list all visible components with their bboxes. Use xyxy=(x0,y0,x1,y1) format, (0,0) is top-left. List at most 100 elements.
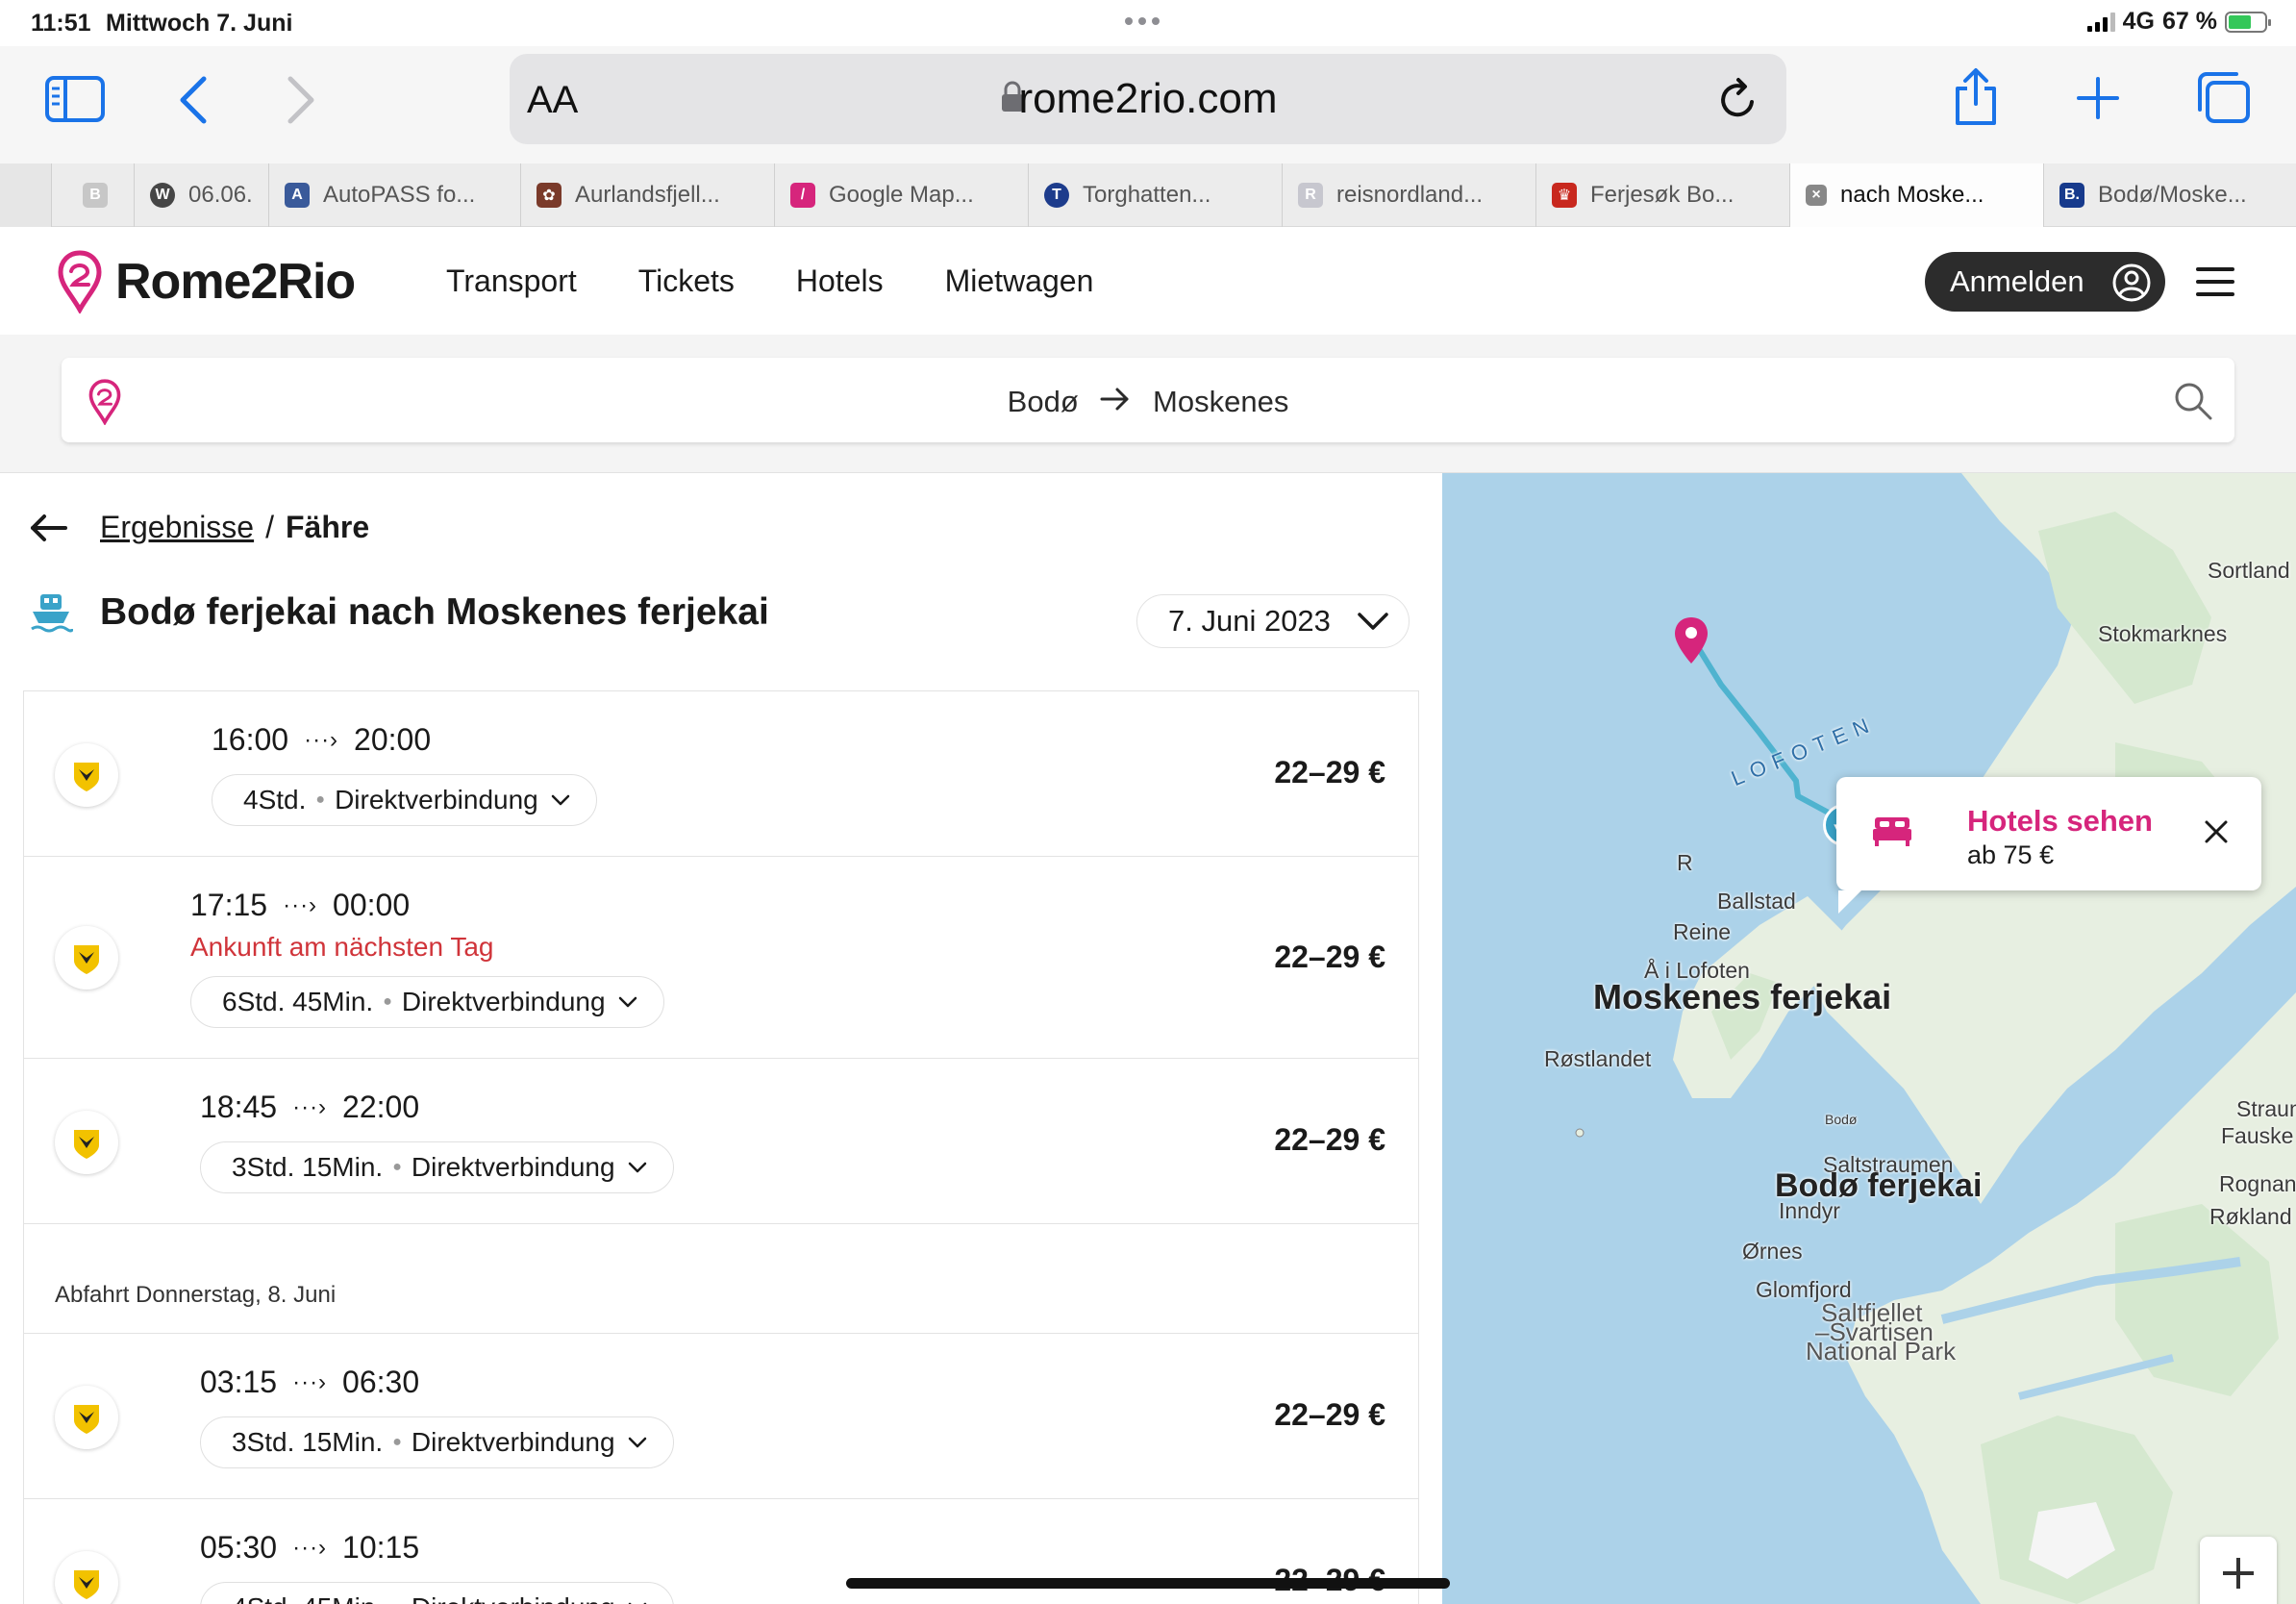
operator-logo-icon xyxy=(55,926,118,990)
tab-1[interactable]: W 06.06. xyxy=(135,163,269,227)
close-icon[interactable] xyxy=(2204,819,2229,844)
trip-details-toggle[interactable]: 4Std. 45Min. ● Direktverbindung xyxy=(200,1582,674,1604)
user-icon xyxy=(2112,263,2151,302)
route-title-row: Bodø ferjekai nach Moskenes ferjekai xyxy=(29,590,769,635)
hotels-card-price: ab 75 € xyxy=(1967,840,2055,869)
tab-7[interactable]: ♛ Ferjesøk Bo... xyxy=(1536,163,1790,227)
trip-price: 22–29 € xyxy=(1274,940,1385,974)
tab-9[interactable]: B. Bodø/Moske... xyxy=(2044,163,2296,227)
trip-details-toggle[interactable]: 6Std. 45Min. ● Direktverbindung xyxy=(190,976,664,1028)
forward-icon[interactable] xyxy=(285,75,319,130)
trip-details-toggle[interactable]: 3Std. 15Min. ● Direktverbindung xyxy=(200,1141,674,1193)
network-label: 4G xyxy=(2122,8,2156,35)
bed-icon xyxy=(1873,817,1911,846)
route-map[interactable]: Sortland Stokmarknes LOFOTEN R Ballstad … xyxy=(1442,473,2296,1604)
nav-tickets[interactable]: Tickets xyxy=(638,263,735,299)
chevron-down-icon xyxy=(628,1437,646,1448)
date-picker[interactable]: 7. Juni 2023 xyxy=(1136,594,1410,648)
status-bar: 11:51 Mittwoch 7. Juni 4G 67 % xyxy=(0,0,2296,46)
signal-icon xyxy=(2086,12,2115,32)
tab-favicon: T xyxy=(1044,183,1069,208)
nav-transport[interactable]: Transport xyxy=(446,263,577,299)
nav-hotels[interactable]: Hotels xyxy=(796,263,884,299)
back-icon[interactable] xyxy=(175,75,210,130)
trip-duration: 6Std. 45Min. xyxy=(222,987,374,1016)
trip-duration: 3Std. 15Min. xyxy=(232,1152,384,1182)
tab-5[interactable]: T Torghatten... xyxy=(1029,163,1283,227)
departure-row[interactable]: 16:00 ···› 20:00 4Std. ● Direktverbindun… xyxy=(24,691,1418,857)
map-label: National Park xyxy=(1806,1337,1957,1366)
departure-row[interactable]: 03:15 ···› 06:30 3Std. 15Min. ● Direktve… xyxy=(24,1334,1418,1499)
tab-label: Aurlandsfjell... xyxy=(575,182,720,208)
departure-times: 16:00 ···› 20:00 xyxy=(212,722,431,758)
sidebar-icon[interactable] xyxy=(44,75,106,128)
tab-4[interactable]: / Google Map... xyxy=(775,163,1029,227)
trip-type: Direktverbindung xyxy=(411,1152,615,1182)
wordpress-icon: W xyxy=(150,183,175,208)
search-from: Bodø xyxy=(1007,385,1079,418)
departure-time: 16:00 xyxy=(212,722,289,757)
arrow-left-icon[interactable] xyxy=(29,513,67,543)
trip-duration: 4Std. xyxy=(243,785,307,815)
breadcrumb-separator: / xyxy=(265,510,274,544)
route-search-box[interactable]: Bodø Moskenes xyxy=(62,358,2234,442)
trip-type: Direktverbindung xyxy=(401,987,606,1016)
trip-type: Direktverbindung xyxy=(411,1427,615,1457)
tab-8-active[interactable]: × nach Moske... xyxy=(1790,163,2044,227)
tab-3[interactable]: ✿ Aurlandsfjell... xyxy=(521,163,775,227)
map-label: Fauske xyxy=(2221,1123,2294,1148)
multitasking-dots[interactable] xyxy=(1125,17,1160,25)
trip-details-toggle[interactable]: 4Std. ● Direktverbindung xyxy=(212,774,597,826)
chevron-down-icon xyxy=(628,1162,646,1173)
trip-type: Direktverbindung xyxy=(335,785,538,815)
map-label: R xyxy=(1677,850,1693,875)
departure-row[interactable]: 18:45 ···› 22:00 3Std. 15Min. ● Direktve… xyxy=(24,1059,1418,1224)
departure-time: 05:30 xyxy=(200,1530,278,1565)
signin-label: Anmelden xyxy=(1950,264,2084,298)
home-indicator[interactable] xyxy=(846,1578,1450,1589)
url-domain: rome2rio.com xyxy=(1018,75,1278,122)
address-bar[interactable]: AA rome2rio.com xyxy=(510,54,1786,144)
tabs-overview-icon[interactable] xyxy=(2194,71,2252,130)
trip-price: 22–29 € xyxy=(1274,755,1385,789)
trip-duration: 4Std. 45Min. xyxy=(232,1592,383,1604)
nav-mietwagen[interactable]: Mietwagen xyxy=(945,263,1094,299)
zoom-in-button[interactable] xyxy=(2200,1537,2277,1604)
search-icon[interactable] xyxy=(2173,381,2213,421)
hotels-card-title[interactable]: Hotels sehen xyxy=(1967,804,2153,839)
menu-icon[interactable] xyxy=(2196,265,2234,298)
tab-0[interactable]: B xyxy=(52,163,135,227)
day-separator: Abfahrt Donnerstag, 8. Juni xyxy=(24,1224,1418,1334)
map-label: Straum xyxy=(2236,1096,2296,1121)
map-label-destination: Moskenes ferjekai xyxy=(1593,977,1892,1016)
operator-logo-icon xyxy=(55,1386,118,1449)
signin-button[interactable]: Anmelden xyxy=(1925,252,2165,312)
browser-toolbar: AA rome2rio.com xyxy=(0,46,2296,163)
trip-details-toggle[interactable]: 3Std. 15Min. ● Direktverbindung xyxy=(200,1416,674,1468)
departure-row[interactable]: 17:15 ···› 00:00 Ankunft am nächsten Tag… xyxy=(24,857,1418,1059)
departure-time: 17:15 xyxy=(190,888,268,922)
brand-logo[interactable]: Rome2Rio xyxy=(58,250,356,313)
new-tab-icon[interactable] xyxy=(2075,75,2121,126)
reload-icon[interactable] xyxy=(1717,77,1758,126)
share-icon[interactable] xyxy=(1952,67,2000,132)
map-label: Røstlandet xyxy=(1544,1046,1652,1071)
tab-favicon: B xyxy=(83,183,108,208)
battery-icon xyxy=(2225,11,2271,33)
departure-times: 18:45 ···› 22:00 xyxy=(200,1090,419,1125)
tab-label: reisnordland... xyxy=(1336,182,1484,208)
breadcrumb-results-link[interactable]: Ergebnisse xyxy=(100,510,254,545)
dotted-arrow-icon: ···› xyxy=(304,726,339,753)
operator-logo-icon xyxy=(55,743,118,807)
hotels-card[interactable]: Hotels sehen ab 75 € xyxy=(1836,777,2261,914)
tab-label: 06.06. xyxy=(188,182,253,208)
tab-2[interactable]: A AutoPASS fo... xyxy=(269,163,521,227)
close-tab-icon[interactable]: × xyxy=(1806,185,1827,206)
map-label: Sortland xyxy=(2208,558,2290,583)
departure-times: 05:30 ···› 10:15 xyxy=(200,1530,419,1566)
route-title: Bodø ferjekai nach Moskenes ferjekai xyxy=(100,591,769,633)
destination-pin-icon[interactable] xyxy=(1673,615,1710,665)
status-time: 11:51 xyxy=(31,10,91,37)
dotted-arrow-icon: ···› xyxy=(283,891,318,918)
tab-6[interactable]: R reisnordland... xyxy=(1283,163,1536,227)
